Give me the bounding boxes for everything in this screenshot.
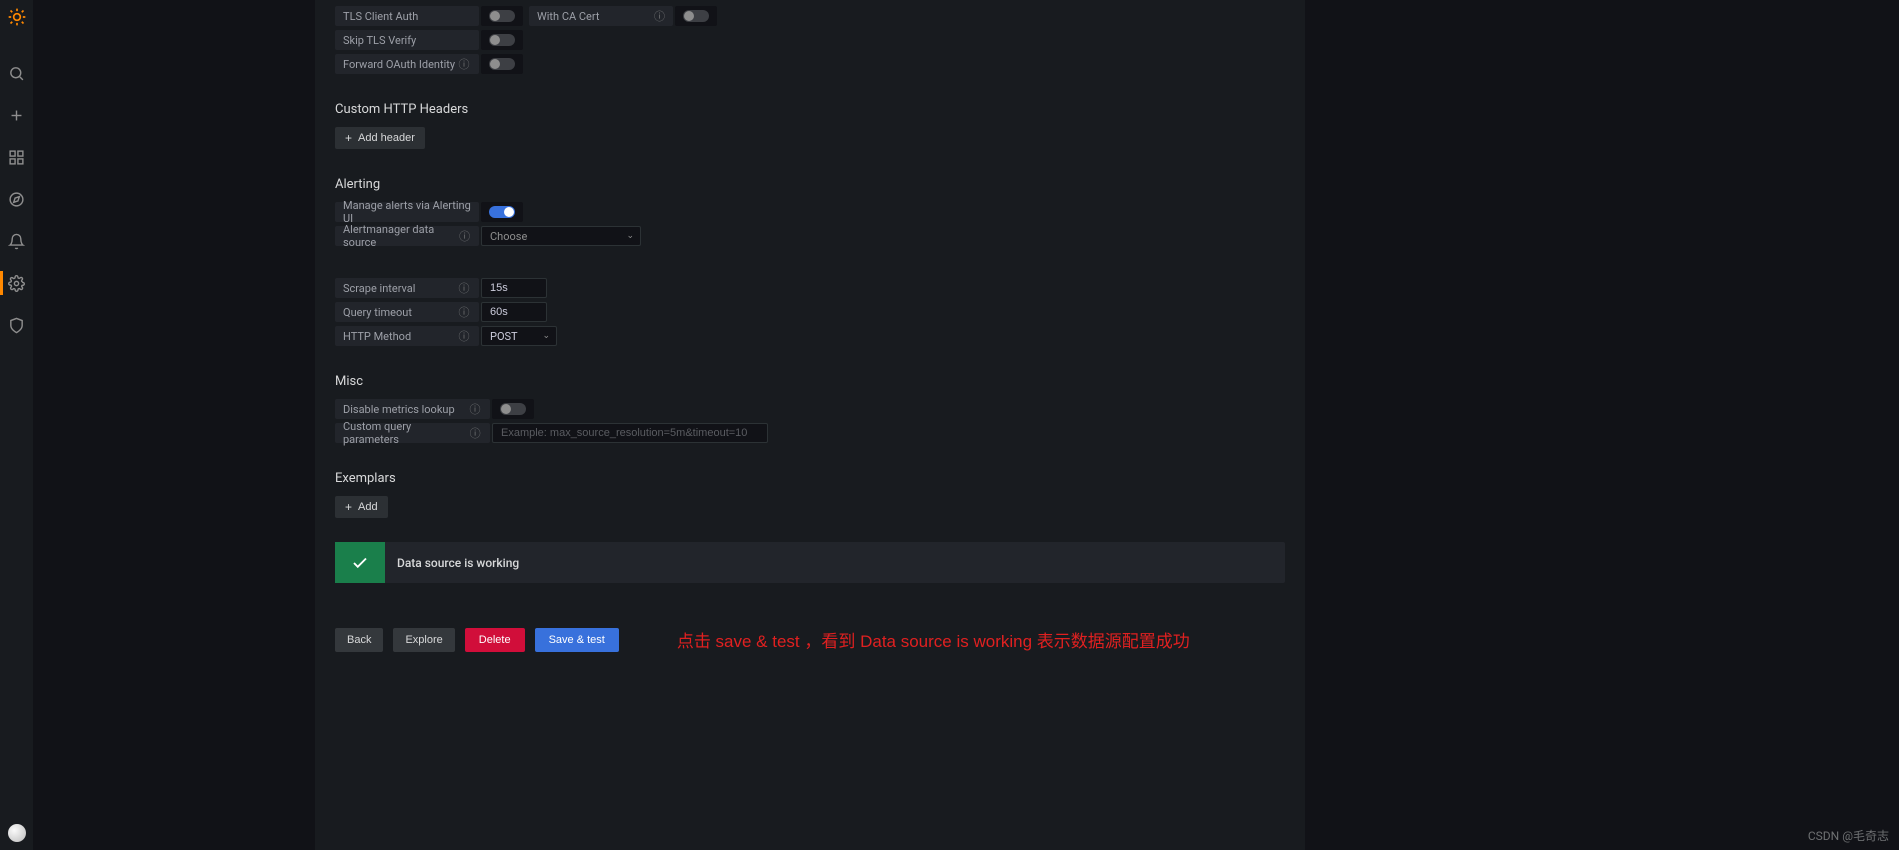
manage-alerts-label: Manage alerts via Alerting UI: [335, 202, 479, 222]
watermark: CSDN @毛奇志: [1808, 827, 1889, 844]
status-message: Data source is working: [385, 542, 531, 583]
annotation-text: 点击 save & test ，看到 Data source is workin…: [677, 627, 1190, 652]
manage-alerts-toggle[interactable]: [481, 202, 523, 222]
footer-actions: Back Explore Delete Save & test 点击 save …: [335, 627, 1285, 652]
add-header-button[interactable]: + Add header: [335, 127, 425, 149]
forward-oauth-toggle[interactable]: [481, 54, 523, 74]
info-icon[interactable]: ⓘ: [654, 8, 665, 24]
chevron-down-icon: ⌄: [542, 331, 550, 341]
alerting-title: Alerting: [335, 177, 1285, 192]
plus-icon: +: [345, 131, 352, 145]
skip-tls-label: Skip TLS Verify: [335, 30, 479, 50]
http-method-select[interactable]: POST ⌄: [481, 326, 557, 346]
back-button[interactable]: Back: [335, 628, 383, 652]
info-icon[interactable]: ⓘ: [458, 229, 471, 243]
plus-icon[interactable]: [0, 103, 33, 127]
forward-oauth-label: Forward OAuth Identity ⓘ: [335, 54, 479, 74]
query-timeout-input[interactable]: [481, 302, 547, 322]
info-icon[interactable]: ⓘ: [457, 329, 471, 343]
misc-title: Misc: [335, 374, 1285, 389]
chevron-down-icon: ⌄: [626, 231, 634, 241]
alertmanager-select[interactable]: Choose ⌄: [481, 226, 641, 246]
info-icon[interactable]: ⓘ: [457, 281, 471, 295]
disable-lookup-toggle[interactable]: [492, 399, 534, 419]
check-icon: [335, 542, 385, 583]
dashboard-icon[interactable]: [0, 145, 33, 169]
add-exemplar-button[interactable]: + Add: [335, 496, 388, 518]
with-ca-cert-label: With CA Cert ⓘ: [529, 6, 673, 26]
settings-panel: TLS Client Auth With CA Cert ⓘ Skip TLS …: [315, 0, 1305, 850]
custom-params-input[interactable]: [492, 423, 768, 443]
gear-icon[interactable]: [0, 271, 33, 295]
info-icon[interactable]: ⓘ: [457, 57, 471, 71]
alertmanager-label: Alertmanager data source ⓘ: [335, 226, 479, 246]
bell-icon[interactable]: [0, 229, 33, 253]
grafana-logo[interactable]: [0, 0, 33, 33]
scrape-interval-label: Scrape interval ⓘ: [335, 278, 479, 298]
sidebar: [0, 0, 33, 850]
info-icon[interactable]: ⓘ: [457, 305, 471, 319]
custom-headers-title: Custom HTTP Headers: [335, 102, 1285, 117]
skip-tls-toggle[interactable]: [481, 30, 523, 50]
search-icon[interactable]: [0, 61, 33, 85]
compass-icon[interactable]: [0, 187, 33, 211]
explore-button[interactable]: Explore: [393, 628, 454, 652]
tls-client-auth-label: TLS Client Auth: [335, 6, 479, 26]
http-method-label: HTTP Method ⓘ: [335, 326, 479, 346]
query-timeout-label: Query timeout ⓘ: [335, 302, 479, 322]
shield-icon[interactable]: [0, 313, 33, 337]
tls-client-auth-toggle[interactable]: [481, 6, 523, 26]
info-icon[interactable]: ⓘ: [468, 426, 482, 440]
info-icon[interactable]: ⓘ: [468, 402, 482, 416]
scrape-interval-input[interactable]: [481, 278, 547, 298]
disable-lookup-label: Disable metrics lookup ⓘ: [335, 399, 490, 419]
plus-icon: +: [345, 500, 352, 514]
with-ca-cert-toggle[interactable]: [675, 6, 717, 26]
delete-button[interactable]: Delete: [465, 628, 525, 652]
status-banner: Data source is working: [335, 542, 1285, 583]
save-test-button[interactable]: Save & test: [535, 628, 619, 652]
user-avatar[interactable]: [8, 824, 26, 842]
exemplars-title: Exemplars: [335, 471, 1285, 486]
custom-params-label: Custom query parameters ⓘ: [335, 423, 490, 443]
